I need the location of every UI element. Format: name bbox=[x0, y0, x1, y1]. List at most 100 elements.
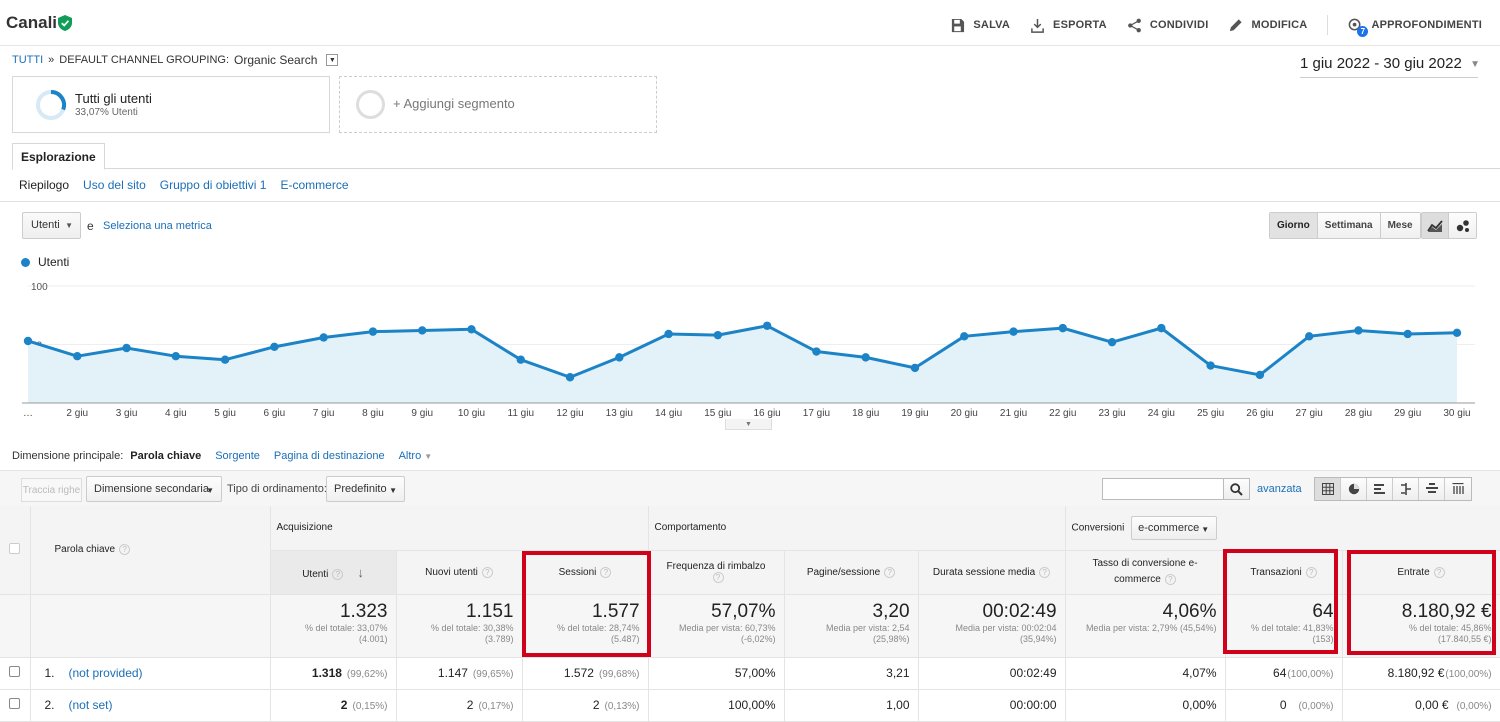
totals-blank bbox=[0, 594, 31, 658]
keyword-link[interactable]: (not set) bbox=[69, 698, 113, 712]
plot-rows-button[interactable]: Traccia righe bbox=[21, 478, 82, 502]
view-data-button[interactable] bbox=[1315, 478, 1341, 500]
users-column-header[interactable]: Utenti? ↓ bbox=[270, 550, 397, 595]
revenue-cell: 8.180,92 €(100,00%) bbox=[1342, 657, 1500, 690]
dimension-more[interactable]: Altro ▼ bbox=[399, 450, 433, 462]
conversions-group-label: Conversioni bbox=[1071, 522, 1125, 534]
acquisition-group-header: Acquisizione bbox=[270, 506, 649, 551]
help-icon[interactable]: ? bbox=[481, 566, 493, 578]
new-users-cell: 2 (0,17%) bbox=[396, 689, 523, 722]
subnav-site-usage[interactable]: Uso del sito bbox=[83, 178, 146, 192]
behavior-group-header: Comportamento bbox=[648, 506, 1066, 551]
breadcrumb-all-link[interactable]: TUTTI bbox=[12, 54, 43, 66]
motion-chart-button[interactable] bbox=[1449, 213, 1476, 238]
add-segment-button[interactable]: + Aggiungi segmento bbox=[339, 76, 657, 133]
transactions-column-header[interactable]: Transazioni? bbox=[1225, 550, 1343, 595]
term-cloud-icon bbox=[1425, 483, 1438, 493]
row-checkbox[interactable] bbox=[9, 666, 21, 677]
tab-explorer[interactable]: Esplorazione bbox=[12, 143, 105, 170]
total-duration-value: 00:02:49 bbox=[982, 600, 1057, 622]
comparison-icon bbox=[1400, 483, 1411, 495]
data-point bbox=[368, 327, 378, 336]
x-tick-label: 15 giu bbox=[704, 408, 731, 419]
select-second-metric-link[interactable]: Seleziona una metrica bbox=[103, 220, 212, 232]
help-icon[interactable]: ? bbox=[1305, 566, 1317, 578]
view-percentage-button[interactable] bbox=[1341, 478, 1367, 500]
data-point bbox=[910, 363, 920, 373]
x-tick-label: 24 giu bbox=[1148, 408, 1175, 419]
help-icon[interactable]: ? bbox=[119, 544, 131, 556]
edit-button[interactable]: MODIFICA bbox=[1228, 18, 1307, 33]
metric-and-label: e bbox=[87, 219, 94, 233]
conversion-type-select[interactable]: e-commerce ▼ bbox=[1131, 515, 1218, 540]
data-point bbox=[960, 332, 969, 341]
explorer-subnav: Riepilogo Uso del sito Gruppo di obietti… bbox=[19, 178, 349, 192]
period-day-button[interactable]: Giorno bbox=[1270, 213, 1318, 238]
chevron-down-icon: ▼ bbox=[1201, 524, 1210, 534]
view-comparison-button[interactable] bbox=[1393, 478, 1419, 500]
help-icon[interactable]: ? bbox=[712, 572, 724, 583]
chevron-down-icon: ▼ bbox=[424, 452, 433, 461]
metric-select[interactable]: Utenti ▼ bbox=[22, 212, 81, 239]
help-icon[interactable]: ? bbox=[1433, 566, 1445, 578]
dimension-keyword[interactable]: Parola chiave bbox=[130, 450, 201, 462]
data-point bbox=[615, 353, 624, 362]
keyword-link[interactable]: (not provided) bbox=[69, 666, 143, 680]
row-checkbox[interactable] bbox=[9, 698, 21, 709]
avg-duration-column-header[interactable]: Durata sessione media? bbox=[918, 550, 1066, 595]
line-chart-button[interactable] bbox=[1422, 213, 1449, 238]
segment-card[interactable]: Tutti gli utenti 33,07% Utenti bbox=[12, 76, 330, 133]
x-tick-label: 26 giu bbox=[1246, 408, 1273, 419]
help-icon[interactable]: ? bbox=[884, 566, 896, 578]
total-revenue-share: % del totale: 45,86% bbox=[1408, 622, 1492, 633]
period-month-button[interactable]: Mese bbox=[1380, 213, 1420, 238]
subnav-goal-set[interactable]: Gruppo di obiettivi 1 bbox=[160, 178, 267, 192]
dimension-landing-page[interactable]: Pagina di destinazione bbox=[274, 450, 385, 462]
collapse-chart-button[interactable]: ▼ bbox=[725, 419, 772, 430]
add-segment-label: + Aggiungi segmento bbox=[393, 96, 515, 111]
totals-blank bbox=[30, 594, 271, 658]
dimension-source[interactable]: Sorgente bbox=[215, 450, 260, 462]
metric-select-value: Utenti bbox=[31, 219, 60, 231]
help-icon[interactable]: ? bbox=[1164, 574, 1176, 585]
data-point bbox=[762, 321, 772, 330]
data-point bbox=[1157, 323, 1166, 333]
pages-per-session-column-header[interactable]: Pagine/sessione? bbox=[784, 550, 919, 595]
secondary-dimension-select[interactable]: Dimensione secondaria ▼ bbox=[86, 476, 222, 502]
view-term-cloud-button[interactable] bbox=[1419, 478, 1445, 500]
breadcrumb-dropdown-icon[interactable]: ▼ bbox=[326, 54, 339, 66]
select-all-checkbox[interactable] bbox=[9, 542, 21, 554]
bounce-rate-column-header[interactable]: Frequenza di rimbalzo? bbox=[648, 550, 785, 595]
view-pivot-button[interactable] bbox=[1445, 478, 1471, 500]
sort-type-select[interactable]: Predefinito ▼ bbox=[326, 476, 405, 502]
breadcrumb-separator: » bbox=[48, 54, 55, 66]
help-icon[interactable]: ? bbox=[1039, 566, 1051, 578]
sessions-header-label: Sessioni bbox=[558, 566, 597, 578]
view-performance-button[interactable] bbox=[1367, 478, 1393, 500]
insights-badge: 7 bbox=[1357, 25, 1369, 37]
help-icon[interactable]: ? bbox=[332, 568, 344, 580]
help-icon[interactable]: ? bbox=[600, 566, 612, 578]
subnav-summary[interactable]: Riepilogo bbox=[19, 178, 69, 192]
x-tick-label: 11 giu bbox=[508, 408, 535, 419]
total-pages-value: 3,20 bbox=[872, 600, 910, 622]
subnav-ecommerce[interactable]: E-commerce bbox=[280, 178, 348, 192]
new-users-column-header[interactable]: Nuovi utenti? bbox=[396, 550, 523, 595]
advanced-filter-link[interactable]: avanzata bbox=[1257, 483, 1302, 495]
conversion-rate-column-header[interactable]: Tasso di conversione e-commerce? bbox=[1065, 550, 1226, 595]
date-range-picker[interactable]: 1 giu 2022 - 30 giu 2022 ▼ bbox=[1300, 55, 1480, 78]
x-tick-label: 6 giu bbox=[264, 408, 286, 419]
save-button[interactable]: SALVA bbox=[950, 18, 1010, 33]
keyword-column-header[interactable]: Parola chiave? bbox=[30, 506, 271, 595]
users-percent: (99,62%) bbox=[346, 669, 388, 680]
export-button[interactable]: ESPORTA bbox=[1030, 18, 1107, 33]
revenue-column-header[interactable]: Entrate? bbox=[1342, 550, 1500, 595]
period-week-button[interactable]: Settimana bbox=[1317, 213, 1381, 238]
table-search-input[interactable] bbox=[1102, 478, 1224, 500]
primary-dimension-label: Dimensione principale: bbox=[12, 450, 124, 462]
total-new-users: 1.151% del totale: 30,38% (3.789) bbox=[396, 594, 523, 658]
insights-button[interactable]: 7 APPROFONDIMENTI bbox=[1348, 18, 1482, 37]
sessions-column-header[interactable]: Sessioni? bbox=[522, 550, 649, 595]
search-button[interactable] bbox=[1224, 478, 1250, 500]
share-button[interactable]: CONDIVIDI bbox=[1127, 18, 1209, 33]
